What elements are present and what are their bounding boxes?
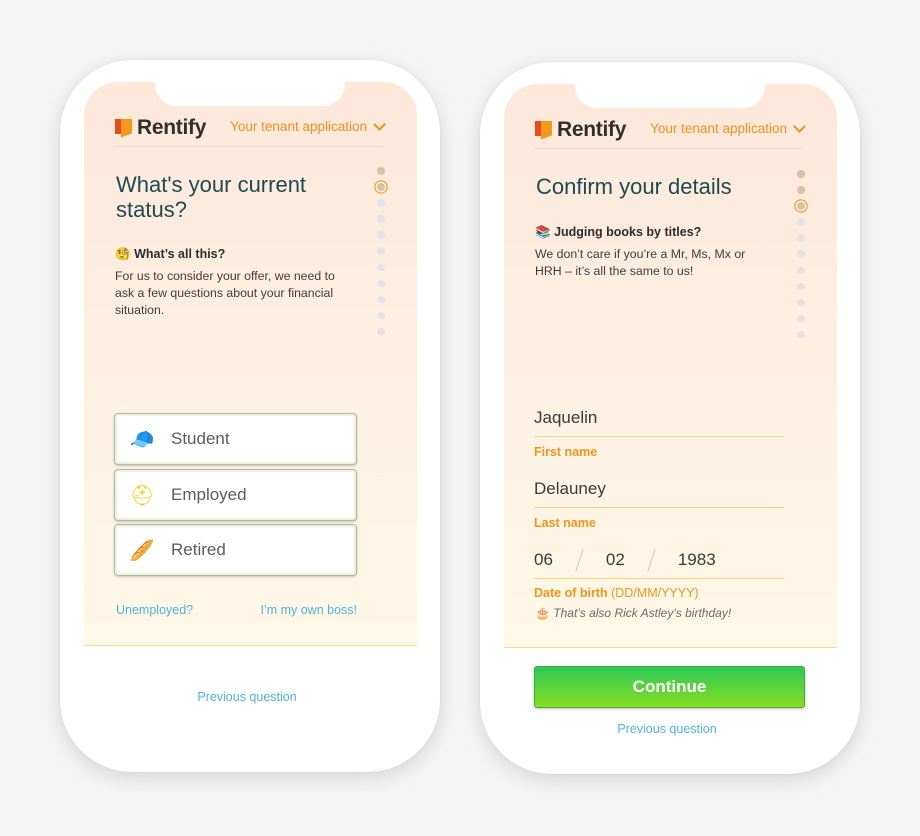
logo-icon [115,118,133,138]
progress-dot [377,231,385,239]
progress-dot [797,218,805,226]
progress-dot [797,330,805,339]
dob-note: 🎂 That’s also Rick Astley’s birthday! [535,606,732,620]
progress-dot [377,167,385,175]
progress-dot [377,279,385,288]
progress-steps [376,167,386,336]
tenant-application-dropdown[interactable]: Your tenant application [650,119,806,136]
last-name-label: Last name [534,516,596,530]
progress-dot [797,170,805,178]
progress-steps [796,170,806,339]
progress-dot [377,327,385,336]
last-name-input[interactable]: Delauney [534,471,784,508]
progress-dot [797,298,805,307]
phone-notch [155,82,345,106]
rentify-logo[interactable]: Rentify [535,118,626,142]
option-employed[interactable]: ⛑ Employed [114,469,357,521]
progress-dot [377,199,385,207]
progress-dot [377,263,385,272]
phone-status-screen: Rentify Your tenant application What's y… [60,60,440,772]
first-name-label: First name [534,445,598,459]
books-icon: 📚 [535,225,551,239]
chevron-down-icon [793,119,806,133]
option-retired[interactable]: 🥖 Retired [114,524,357,576]
phone-notch [575,84,765,108]
progress-dot [797,282,805,291]
continue-button[interactable]: Continue [534,666,805,708]
page-title: Confirm your details [536,174,732,199]
page-title: What's your current status? [116,172,307,222]
help-heading: 🧐 What’s all this? [115,247,226,261]
progress-dot [377,215,385,223]
previous-question-link[interactable]: Previous question [60,690,434,704]
progress-dot [377,247,385,255]
progress-dot [377,295,385,304]
dob-month-input[interactable]: 02 [606,550,625,570]
option-student[interactable]: 🧢 Student [114,413,357,465]
progress-dot [377,311,385,320]
first-name-input[interactable]: Jaquelin [534,400,784,437]
help-heading: 📚 Judging books by titles? [535,225,702,239]
header-divider [115,146,383,147]
propeller-cap-icon: 🧢 [129,428,155,451]
dob-day-input[interactable]: 06 [534,550,553,570]
unemployed-link[interactable]: Unemployed? [116,603,193,617]
rentify-logo[interactable]: Rentify [115,116,206,140]
date-separator [647,548,656,572]
progress-dot [797,186,805,194]
dob-year-input[interactable]: 1983 [678,550,716,570]
help-text: For us to consider your offer, we need t… [115,269,335,317]
progress-dot [797,314,805,323]
monocle-face-icon: 🧐 [115,247,131,261]
dob-label: Date of birth (DD/MM/YYYY) [534,586,699,600]
chevron-down-icon [373,117,386,131]
progress-dot [797,234,805,242]
hard-hat-icon: ⛑ [129,484,155,507]
progress-dot-current [377,183,385,191]
logo-icon [535,120,553,140]
header-divider [535,148,803,149]
dob-input-group: 06 02 1983 [534,542,784,579]
progress-dot-current [797,202,805,210]
previous-question-link[interactable]: Previous question [480,722,854,736]
flat-cap-icon: 🥖 [129,539,155,562]
tenant-application-dropdown[interactable]: Your tenant application [230,117,386,134]
help-text: We don’t care if you’re a Mr, Ms, Mx or … [535,247,746,278]
own-boss-link[interactable]: I’m my own boss! [260,603,357,617]
progress-dot [797,266,805,275]
progress-dot [797,250,805,258]
birthday-cake-icon: 🎂 [535,606,550,620]
phone-details-screen: Rentify Your tenant application Confirm … [480,62,860,774]
date-separator [575,548,584,572]
